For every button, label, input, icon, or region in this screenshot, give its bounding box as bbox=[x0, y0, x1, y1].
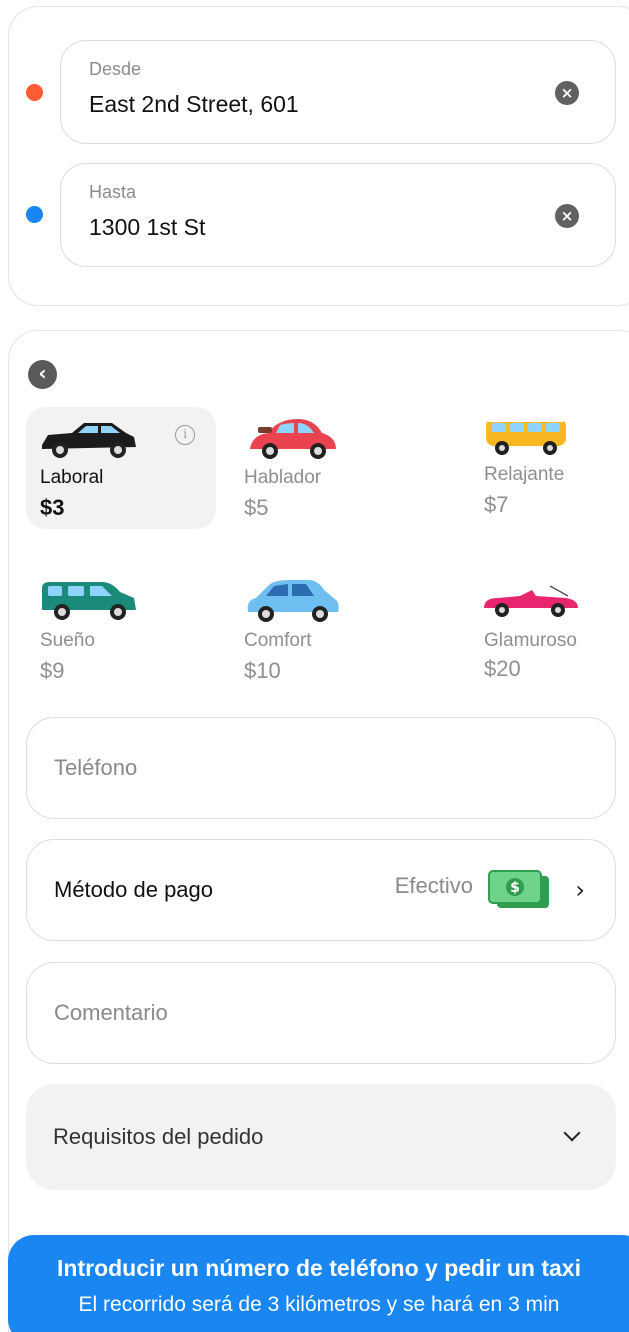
from-dot bbox=[26, 84, 43, 101]
info-icon[interactable]: i bbox=[175, 425, 195, 445]
payment-method-row[interactable]: Método de pago Efectivo $ › bbox=[26, 839, 616, 941]
phone-input[interactable]: Teléfono bbox=[26, 717, 616, 819]
tariff-laboral[interactable]: i Laboral $3 bbox=[26, 407, 216, 529]
van-icon bbox=[486, 414, 566, 455]
tariff-price: $20 bbox=[484, 656, 521, 681]
payment-label: Método de pago bbox=[54, 877, 214, 902]
tariff-comfort[interactable]: Comfort $10 bbox=[230, 570, 420, 692]
tariff-name: Relajante bbox=[484, 464, 565, 485]
hatchback-car-icon bbox=[247, 580, 339, 622]
sedan-car-icon bbox=[42, 423, 136, 458]
requirements-label: Requisitos del pedido bbox=[53, 1124, 264, 1149]
minivan-icon bbox=[42, 582, 136, 620]
from-label: Desde bbox=[89, 59, 142, 79]
to-address-field[interactable]: Hasta 1300 1st St × bbox=[60, 163, 616, 267]
tariff-name: Glamuroso bbox=[484, 630, 577, 651]
tariff-name: Sueño bbox=[40, 630, 95, 651]
from-value: East 2nd Street, 601 bbox=[89, 91, 299, 117]
cta-subtitle: El recorrido será de 3 kilómetros y se h… bbox=[78, 1293, 560, 1316]
tariff-price: $9 bbox=[40, 658, 65, 683]
tariff-price: $5 bbox=[244, 495, 269, 520]
to-dot bbox=[26, 206, 43, 223]
phone-placeholder: Teléfono bbox=[54, 755, 138, 780]
chevron-right-icon: › bbox=[575, 876, 585, 904]
tariff-name: Comfort bbox=[244, 630, 312, 651]
from-address-field[interactable]: Desde East 2nd Street, 601 × bbox=[60, 40, 616, 144]
order-requirements-toggle[interactable]: Requisitos del pedido bbox=[26, 1084, 616, 1190]
tariff-price: $3 bbox=[40, 495, 65, 520]
order-taxi-button[interactable]: Introducir un número de teléfono y pedir… bbox=[8, 1235, 629, 1332]
to-label: Hasta bbox=[89, 182, 137, 202]
tariff-name: Laboral bbox=[40, 467, 104, 488]
tariff-name: Hablador bbox=[244, 467, 322, 488]
tariff-relajante[interactable]: Relajante $7 bbox=[470, 400, 629, 522]
tariff-glamuroso[interactable]: Glamuroso $20 bbox=[470, 570, 629, 692]
clear-to-icon[interactable]: × bbox=[555, 204, 579, 228]
tariff-sueno[interactable]: Sueño $9 bbox=[26, 570, 216, 692]
to-value: 1300 1st St bbox=[89, 214, 206, 240]
beetle-car-icon bbox=[250, 419, 336, 459]
tariff-price: $10 bbox=[244, 658, 281, 683]
comment-placeholder: Comentario bbox=[54, 1000, 168, 1025]
payment-value: Efectivo bbox=[394, 873, 473, 898]
back-icon[interactable]: ‹ bbox=[28, 360, 57, 389]
tariff-price: $7 bbox=[484, 492, 509, 517]
cash-icon: $ bbox=[488, 870, 549, 908]
convertible-car-icon bbox=[484, 585, 578, 617]
svg-text:$: $ bbox=[510, 880, 520, 896]
clear-from-icon[interactable]: × bbox=[555, 81, 579, 105]
comment-input[interactable]: Comentario bbox=[26, 962, 616, 1064]
cta-title: Introducir un número de teléfono y pedir… bbox=[57, 1255, 581, 1281]
tariff-hablador[interactable]: Hablador $5 bbox=[230, 407, 420, 529]
chevron-down-icon bbox=[563, 1124, 581, 1142]
